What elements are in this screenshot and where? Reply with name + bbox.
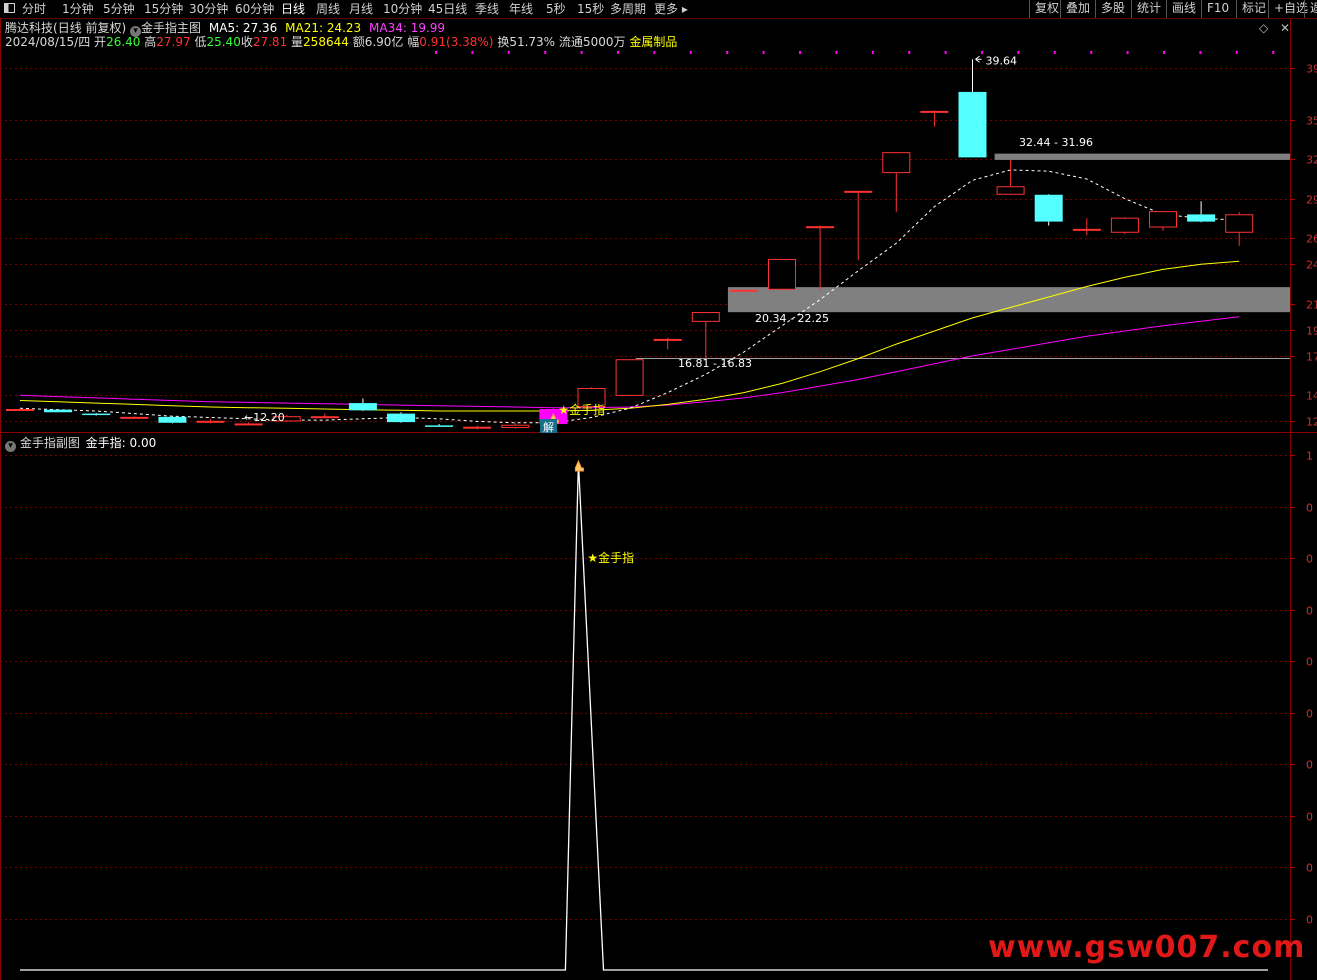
price-axis-label: 32: [1306, 154, 1317, 167]
candle-body-up: [1110, 217, 1139, 233]
top-marker-dot: [580, 51, 583, 54]
candle-body-up: [882, 152, 911, 174]
sub-signal-label: ★金手指: [587, 550, 634, 565]
watermark: www.gsw007.com: [988, 930, 1306, 965]
price-axis-label: 12: [1306, 416, 1317, 429]
candle-body-up: [691, 312, 720, 322]
candle-body-down: [387, 413, 415, 423]
candle-body-up: [1225, 214, 1254, 233]
candle-body-down: [44, 409, 73, 413]
candle-body-up: [6, 409, 34, 411]
candle-body-down: [158, 416, 187, 423]
sub-axis-label: 0: [1306, 553, 1313, 566]
sub-axis-label: 0: [1306, 862, 1313, 875]
top-marker-dot: [981, 51, 983, 54]
top-marker-dot: [1163, 51, 1165, 54]
sub-axis-label: 0: [1306, 811, 1313, 824]
sub-pointer-hand-icon: [574, 459, 584, 472]
candle-body-up: [729, 289, 758, 292]
price-axis-label: 24: [1306, 259, 1317, 272]
top-marker-dot: [507, 51, 510, 54]
price-axis-label: 14: [1306, 390, 1317, 403]
top-marker-dot: [1199, 51, 1202, 54]
candle-body-down: [348, 403, 377, 411]
candle-body-up: [1072, 228, 1101, 231]
zone-mid-label: 20.34 - 22.25: [755, 312, 829, 325]
price-axis-label: 26: [1306, 233, 1317, 246]
min-price-label: ←12.20: [244, 411, 285, 424]
top-marker-dot: [617, 51, 619, 54]
candle-body-down: [958, 91, 987, 158]
kline-chart[interactable]: 39 35 32 29 26 24 21 19 17 14 12 39.64 ←12.20 32.44 -…: [0, 0, 1317, 980]
top-marker-dot: [1053, 51, 1056, 54]
sub-axis-label: 0: [1306, 502, 1313, 515]
candle-body-up: [463, 426, 492, 429]
price-zone: [727, 287, 1290, 313]
top-marker-dot: [871, 51, 874, 54]
sub-series-line: [20, 461, 1268, 971]
candle-body-up: [806, 226, 835, 229]
sub-axis-label: 0: [1306, 656, 1313, 669]
candle-body-up: [310, 416, 339, 419]
unlock-badge: 解: [543, 420, 554, 434]
top-marker-dot: [1126, 51, 1129, 54]
top-marker-dot: [1017, 51, 1020, 54]
candle-body-up: [844, 190, 873, 193]
top-marker-dot: [1235, 51, 1238, 54]
candle-body-down: [425, 425, 454, 427]
top-marker-dot: [944, 51, 947, 54]
sub-axis-label: 0: [1306, 605, 1313, 618]
candle-body-down: [1187, 214, 1216, 222]
candle-body-up: [615, 359, 644, 396]
price-axis-label: 29: [1306, 194, 1317, 207]
price-zone: [994, 153, 1290, 160]
top-marker-dot: [1090, 51, 1093, 54]
candle-body-up: [1149, 211, 1177, 228]
top-marker-dot: [1272, 51, 1275, 54]
candle-body-up: [768, 258, 796, 290]
candle-body-up: [501, 424, 530, 429]
sub-axis-label: 0: [1306, 914, 1313, 927]
signal-label: ★金手指: [558, 402, 605, 417]
candle-body-up: [653, 338, 682, 341]
sub-axis-label: 0: [1306, 708, 1313, 721]
top-marker-dot: [908, 51, 911, 54]
price-axis-label: 21: [1306, 299, 1317, 312]
candle-body-up: [920, 110, 949, 113]
price-axis-label: 35: [1306, 115, 1317, 128]
top-marker-dot: [726, 51, 729, 54]
candle-body-up: [234, 423, 263, 426]
candle-body-up: [196, 420, 225, 423]
max-price-label: 39.64: [986, 54, 1018, 67]
max-arrow-icon: [975, 55, 982, 63]
top-marker-dot: [762, 51, 765, 54]
sub-axis-label: 0: [1306, 759, 1313, 772]
top-marker-dot: [544, 51, 547, 54]
price-axis-label: 17: [1306, 351, 1317, 364]
candle-body-down: [1034, 194, 1063, 222]
top-marker-dot: [835, 51, 838, 54]
price-axis-label: 19: [1306, 325, 1317, 338]
top-marker-dot: [435, 51, 437, 54]
zone-low-label: 16.81 - 16.83: [678, 357, 752, 370]
sub-axis-label: 1: [1306, 450, 1313, 463]
top-marker-dot: [689, 51, 692, 54]
top-marker-dot: [799, 51, 801, 54]
zone-top-label: 32.44 - 31.96: [1019, 136, 1093, 149]
candle-body-down: [82, 413, 111, 416]
price-axis-label: 39: [1306, 63, 1317, 76]
top-marker-dot: [471, 51, 474, 54]
top-marker-dot: [653, 51, 656, 54]
candle-body-up: [120, 416, 149, 419]
candle-body-up: [996, 186, 1025, 195]
